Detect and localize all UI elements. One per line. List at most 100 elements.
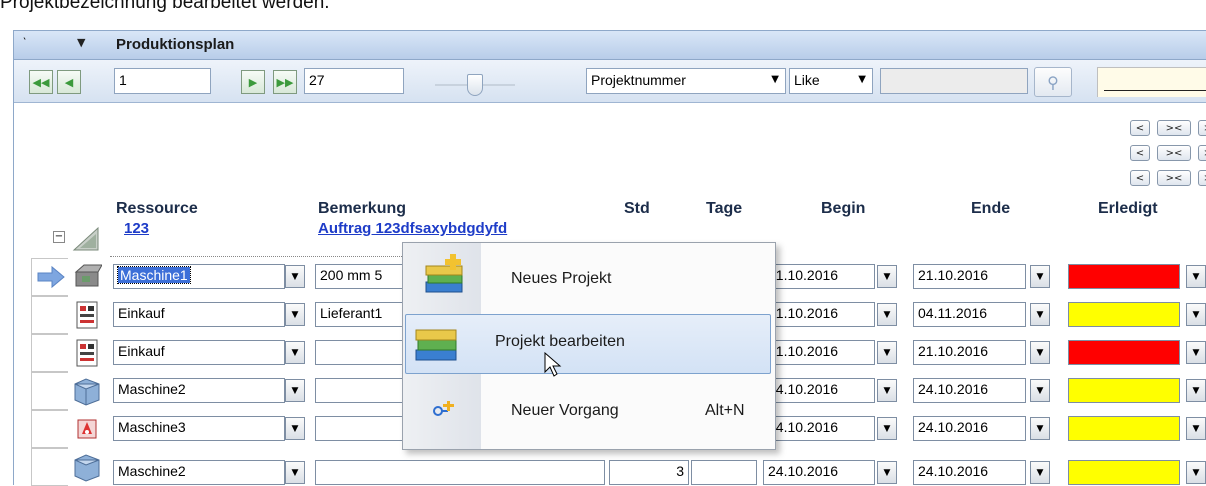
end-date-cell[interactable]: 21.10.2016 <box>913 340 1026 365</box>
col-header-tage[interactable]: Tage <box>706 200 742 218</box>
quick-search-input[interactable] <box>1097 67 1206 97</box>
ressource-cell[interactable]: Maschine2 <box>113 378 285 403</box>
end-date-dropdown-button[interactable]: ▼ <box>1030 417 1050 440</box>
panel-title: Produktionsplan <box>116 36 235 53</box>
ressource-dropdown-button[interactable]: ▼ <box>285 379 305 402</box>
next-record-button[interactable]: ▶ <box>241 70 265 94</box>
col-header-ende[interactable]: Ende <box>971 200 1010 218</box>
ressource-value: Maschine1 <box>117 266 191 284</box>
scroll-right-button[interactable]: > <box>1198 120 1206 136</box>
prev-record-button[interactable]: ◀ <box>57 70 81 94</box>
col-header-erledigt[interactable]: Erledigt <box>1098 200 1158 218</box>
col-header-ressource[interactable]: Ressource <box>116 200 198 218</box>
begin-date-dropdown-button[interactable]: ▼ <box>877 303 897 326</box>
ressource-cell[interactable]: Einkauf <box>113 340 285 365</box>
ressource-dropdown-button[interactable]: ▼ <box>285 417 305 440</box>
ressource-dropdown-button[interactable]: ▼ <box>285 303 305 326</box>
end-date-dropdown-button[interactable]: ▼ <box>1030 379 1050 402</box>
begin-date-cell[interactable]: 21.10.2016 <box>763 340 875 365</box>
group-collapse-toggle[interactable]: − <box>53 231 65 243</box>
bemerkung-cell[interactable] <box>315 460 605 485</box>
end-date-cell[interactable]: 21.10.2016 <box>913 264 1026 289</box>
filter-operator-value: Like <box>794 72 820 88</box>
end-date-dropdown-button[interactable]: ▼ <box>1030 341 1050 364</box>
last-record-button[interactable]: ▶▶ <box>273 70 297 94</box>
begin-date-cell[interactable]: 24.10.2016 <box>763 416 875 441</box>
erledigt-dropdown-button[interactable]: ▼ <box>1186 341 1206 364</box>
zoom-slider-thumb[interactable] <box>467 74 483 96</box>
erledigt-status-cell[interactable] <box>1068 302 1180 327</box>
scroll-left-button[interactable]: < <box>1130 145 1150 161</box>
erledigt-status-cell[interactable] <box>1068 416 1180 441</box>
begin-date-cell[interactable]: 24.10.2016 <box>763 378 875 403</box>
ressource-cell[interactable]: Maschine3 <box>113 416 285 441</box>
col-header-begin[interactable]: Begin <box>821 200 865 218</box>
filter-value-input[interactable] <box>880 68 1028 94</box>
begin-date-dropdown-button[interactable]: ▼ <box>877 341 897 364</box>
total-records-field: 27 <box>304 68 404 94</box>
row-selector[interactable] <box>31 448 68 486</box>
collapse-button[interactable]: >< <box>1157 170 1191 186</box>
machine-blue-icon <box>68 448 106 486</box>
tage-cell[interactable] <box>691 460 757 485</box>
filter-operator-select[interactable]: Like ▼ <box>789 68 873 94</box>
begin-date-cell[interactable]: 21.10.2016 <box>763 264 875 289</box>
new-task-icon <box>433 401 454 416</box>
scroll-left-button[interactable]: < <box>1130 170 1150 186</box>
begin-date-dropdown-button[interactable]: ▼ <box>877 417 897 440</box>
scroll-left-button[interactable]: < <box>1130 120 1150 136</box>
row-selector[interactable] <box>31 258 68 296</box>
erledigt-status-cell[interactable] <box>1068 460 1180 485</box>
panel-menu-arrow-icon[interactable]: ▼ <box>77 36 85 49</box>
col-header-bemerkung[interactable]: Bemerkung <box>318 200 406 218</box>
erledigt-dropdown-button[interactable]: ▼ <box>1186 417 1206 440</box>
ressource-dropdown-button[interactable]: ▼ <box>285 341 305 364</box>
first-record-button[interactable]: ◀◀ <box>29 70 53 94</box>
ressource-cell[interactable]: Maschine1 <box>113 264 285 289</box>
ressource-dropdown-button[interactable]: ▼ <box>285 461 305 484</box>
search-button[interactable]: ⚲ <box>1034 67 1072 97</box>
begin-date-dropdown-button[interactable]: ▼ <box>877 379 897 402</box>
begin-date-dropdown-button[interactable]: ▼ <box>877 265 897 288</box>
end-date-dropdown-button[interactable]: ▼ <box>1030 303 1050 326</box>
erledigt-dropdown-button[interactable]: ▼ <box>1186 461 1206 484</box>
erledigt-dropdown-button[interactable]: ▼ <box>1186 303 1206 326</box>
end-date-cell[interactable]: 24.10.2016 <box>913 378 1026 403</box>
erledigt-status-cell[interactable] <box>1068 340 1180 365</box>
begin-date-cell[interactable]: 21.10.2016 <box>763 302 875 327</box>
std-cell[interactable]: 3 <box>609 460 689 485</box>
purchase-icon <box>68 334 106 372</box>
current-record-field[interactable]: 1 <box>114 68 211 94</box>
mouse-cursor-icon <box>544 352 562 377</box>
collapse-button[interactable]: >< <box>1157 145 1191 161</box>
filter-field-select[interactable]: Projektnummer ▼ <box>586 68 786 94</box>
row-selector[interactable] <box>31 296 68 334</box>
ressource-dropdown-button[interactable]: ▼ <box>285 265 305 288</box>
begin-date-dropdown-button[interactable]: ▼ <box>877 461 897 484</box>
end-date-cell[interactable]: 04.11.2016 <box>913 302 1026 327</box>
erledigt-status-cell[interactable] <box>1068 264 1180 289</box>
group-remark-link[interactable]: Auftrag 123dfsaxybdgdyfd <box>318 220 507 237</box>
end-date-cell[interactable]: 24.10.2016 <box>913 460 1026 485</box>
group-project-id-link[interactable]: 123 <box>124 220 149 237</box>
ressource-cell[interactable]: Einkauf <box>113 302 285 327</box>
col-header-std[interactable]: Std <box>624 200 650 218</box>
current-row-arrow-icon <box>37 265 65 289</box>
end-date-dropdown-button[interactable]: ▼ <box>1030 461 1050 484</box>
end-date-cell[interactable]: 24.10.2016 <box>913 416 1026 441</box>
collapse-button[interactable]: >< <box>1157 120 1191 136</box>
machine-blue-icon <box>68 372 106 410</box>
erledigt-dropdown-button[interactable]: ▼ <box>1186 379 1206 402</box>
scroll-right-button[interactable]: > <box>1198 170 1206 186</box>
erledigt-dropdown-button[interactable]: ▼ <box>1186 265 1206 288</box>
erledigt-status-cell[interactable] <box>1068 378 1180 403</box>
begin-date-cell[interactable]: 24.10.2016 <box>763 460 875 485</box>
row-selector[interactable] <box>31 372 68 410</box>
row-selector[interactable] <box>31 334 68 372</box>
page-caption: Projektbezeichnung bearbeitet werden. <box>0 0 330 13</box>
scroll-right-button[interactable]: > <box>1198 145 1206 161</box>
row-selector[interactable] <box>31 410 68 448</box>
pin-icon[interactable]: 𝁏 <box>23 33 26 53</box>
end-date-dropdown-button[interactable]: ▼ <box>1030 265 1050 288</box>
ressource-cell[interactable]: Maschine2 <box>113 460 285 485</box>
